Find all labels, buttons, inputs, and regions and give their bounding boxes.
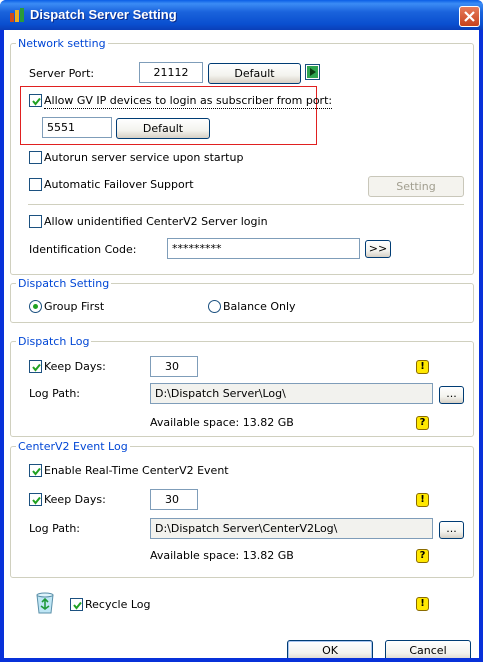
window-title: Dispatch Server Setting [30,7,177,22]
centerv2-keep-days-warning-icon: ! [416,493,429,507]
dispatch-keep-days-label: Keep Days: [44,360,106,373]
failover-setting-button[interactable]: Setting [368,176,464,197]
failover-checkbox[interactable] [29,178,42,191]
autorun-label: Autorun server service upon startup [44,151,244,164]
allow-gv-label: Allow GV IP devices to login as subscrib… [44,94,333,109]
dialog-client-area: Network setting Server Port: 21112 Defau… [4,30,479,662]
identification-more-button[interactable]: >> [365,240,391,258]
identification-code-label: Identification Code: [29,243,137,256]
autorun-checkbox[interactable] [29,151,42,164]
enable-realtime-label: Enable Real-Time CenterV2 Event [44,464,229,477]
dispatch-available-help-icon: ? [416,416,429,430]
server-port-default-button[interactable]: Default [208,63,301,84]
app-icon [10,8,24,22]
allow-unidentified-checkbox[interactable] [29,215,42,228]
recycle-log-checkbox[interactable] [70,598,83,611]
recycle-bin-icon [36,592,54,614]
allow-unidentified-label: Allow unidentified CenterV2 Server login [44,215,268,228]
centerv2-keep-days-input[interactable]: 30 [150,489,198,510]
dispatch-log-path-input[interactable]: D:\Dispatch Server\Log\ [150,383,433,404]
server-port-input[interactable]: 21112 [139,62,203,83]
identification-code-input[interactable]: ********* [167,238,360,259]
recycle-log-label: Recycle Log [85,598,151,611]
centerv2-available-help-icon: ? [416,549,429,563]
radio-selected-dot [33,304,38,309]
check-icon [32,363,41,372]
dispatch-keep-days-checkbox[interactable] [29,360,42,373]
centerv2-log-path-label: Log Path: [29,522,81,535]
dispatch-setting-title: Dispatch Setting [16,277,112,290]
close-button[interactable] [459,6,480,27]
gv-port-default-button[interactable]: Default [116,118,210,139]
check-icon [73,601,82,610]
group-first-radio[interactable] [29,300,42,313]
close-icon [464,11,475,22]
check-icon [32,467,41,476]
network-setting-title: Network setting [16,37,108,50]
gv-port-input[interactable]: 5551 [42,117,112,138]
check-icon [32,97,41,106]
dispatch-keep-days-warning-icon: ! [416,360,429,374]
centerv2-keep-days-checkbox[interactable] [29,493,42,506]
centerv2-keep-days-label: Keep Days: [44,493,106,506]
failover-label: Automatic Failover Support [44,178,194,191]
dialog-window: Dispatch Server Setting Network setting … [0,0,483,662]
recycle-warning-icon: ! [416,597,429,611]
centerv2-log-title: CenterV2 Event Log [16,440,130,453]
expand-arrow-button[interactable] [305,64,320,80]
balance-only-label: Balance Only [223,300,296,313]
centerv2-log-browse-button[interactable]: ... [439,521,464,539]
centerv2-log-path-input[interactable]: D:\Dispatch Server\CenterV2Log\ [150,518,433,539]
dispatch-log-title: Dispatch Log [16,335,92,348]
window-frame-bottom [0,658,483,662]
centerv2-available-space: Available space: 13.82 GB [150,549,294,562]
dispatch-available-space: Available space: 13.82 GB [150,416,294,429]
network-separator [28,204,464,205]
check-icon [32,496,41,505]
enable-realtime-checkbox[interactable] [29,464,42,477]
balance-only-radio[interactable] [208,300,221,313]
server-port-label: Server Port: [29,67,95,80]
group-first-label: Group First [44,300,105,313]
dispatch-log-path-label: Log Path: [29,387,81,400]
dispatch-keep-days-input[interactable]: 30 [150,356,198,377]
play-arrow-icon [307,66,318,78]
allow-gv-checkbox[interactable] [29,94,42,107]
dispatch-log-browse-button[interactable]: ... [439,386,464,404]
title-bar[interactable]: Dispatch Server Setting [0,0,483,30]
